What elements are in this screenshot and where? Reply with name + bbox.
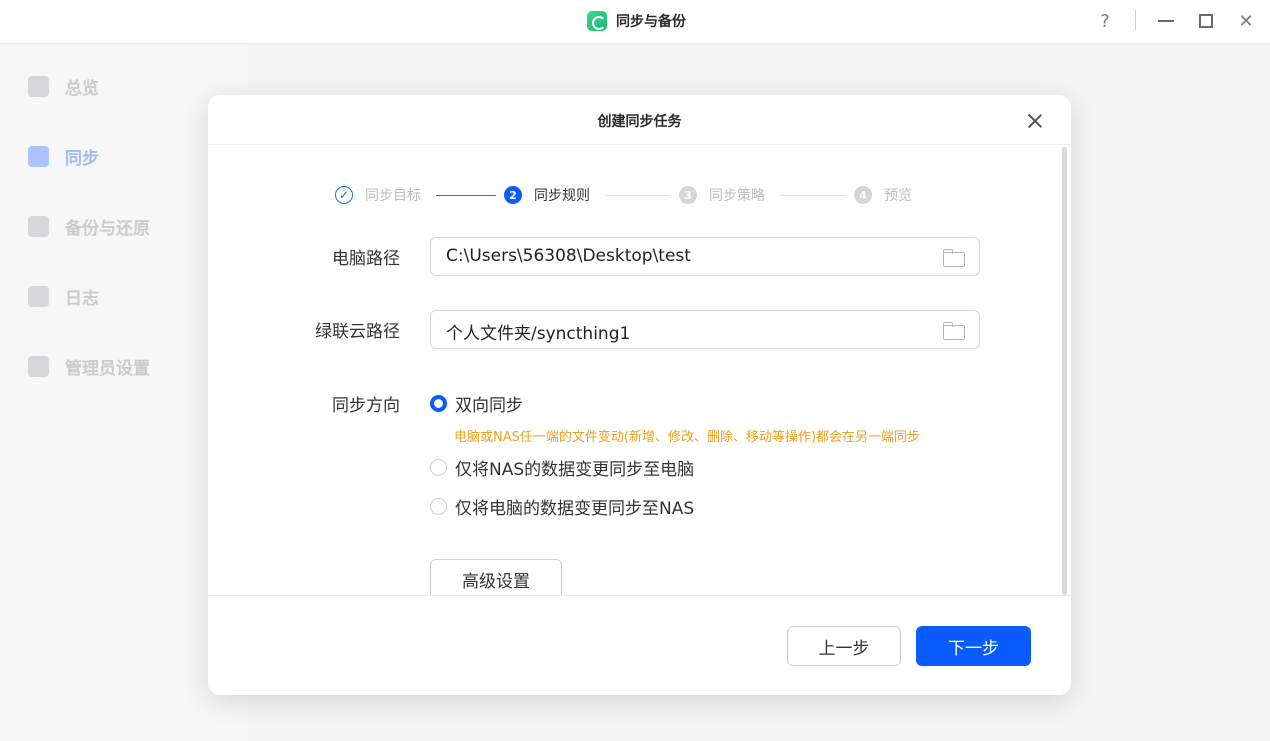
step-connector: [436, 195, 496, 196]
folder-icon[interactable]: [943, 322, 965, 340]
step-label: 预览: [884, 188, 912, 204]
step-number-badge: 3: [679, 186, 697, 204]
step-check-icon: ✓: [335, 186, 353, 204]
dialog-header: 创建同步任务: [208, 95, 1071, 145]
next-step-button[interactable]: 下一步: [916, 626, 1031, 666]
sidebar-item-backup[interactable]: 备份与还原: [28, 214, 150, 239]
step-label: 同步规则: [534, 188, 590, 204]
sidebar-item-label: 备份与还原: [65, 218, 150, 239]
step-number-badge: 4: [854, 186, 872, 204]
radio-two-way-sync[interactable]: 双向同步: [430, 391, 523, 416]
sidebar-item-label: 同步: [65, 148, 99, 169]
step-connector: [780, 195, 846, 196]
gear-icon: [28, 355, 49, 377]
title-bar-divider: [1135, 10, 1136, 30]
close-icon[interactable]: [1023, 109, 1047, 133]
sync-direction-label: 同步方向: [332, 396, 400, 416]
pc-path-label: 电脑路径: [332, 249, 400, 269]
radio-unchecked-icon[interactable]: [430, 458, 447, 476]
help-icon[interactable]: ?: [1092, 8, 1118, 34]
cloud-path-value: 个人文件夹/syncthing1: [446, 324, 631, 344]
close-window-icon[interactable]: ✕: [1233, 8, 1259, 34]
sidebar-item-sync[interactable]: 同步: [28, 144, 99, 169]
sync-arrows-icon: [28, 145, 49, 167]
radio-label: 仅将NAS的数据变更同步至电脑: [455, 459, 695, 480]
step-number-badge: 2: [504, 186, 522, 204]
maximize-icon[interactable]: [1193, 8, 1219, 34]
two-way-sync-hint: 电脑或NAS任一端的文件变动(新增、修改、删除、移动等操作)都会在另一端同步: [454, 430, 921, 445]
create-sync-task-dialog: 创建同步任务 ✓ 同步目标 2 同步规则 3 同步策略 4 预览 电脑路径 C:…: [208, 95, 1071, 695]
previous-step-button[interactable]: 上一步: [787, 626, 901, 666]
radio-unchecked-icon[interactable]: [430, 497, 447, 515]
step-label: 同步目标: [365, 188, 421, 204]
app-title: 同步与备份: [587, 10, 686, 32]
radio-label: 仅将电脑的数据变更同步至NAS: [455, 498, 695, 519]
log-book-icon: [28, 285, 49, 307]
step-label: 同步策略: [709, 188, 765, 204]
step-sync-strategy: 3 同步策略: [679, 185, 765, 205]
sidebar-item-log[interactable]: 日志: [28, 284, 99, 309]
cloud-path-input[interactable]: 个人文件夹/syncthing1: [430, 310, 980, 349]
sidebar-item-label: 总览: [65, 78, 99, 99]
dialog-scrollbar[interactable]: [1062, 147, 1067, 595]
radio-checked-icon[interactable]: [430, 394, 447, 412]
backup-icon: [28, 215, 49, 237]
radio-pc-to-nas[interactable]: 仅将电脑的数据变更同步至NAS: [430, 494, 695, 519]
folder-icon[interactable]: [943, 249, 965, 267]
step-sync-target: ✓ 同步目标: [335, 185, 421, 205]
step-sync-rules: 2 同步规则: [504, 185, 590, 205]
app-title-text: 同步与备份: [616, 14, 686, 30]
app-logo-icon: [587, 11, 607, 31]
minimize-icon[interactable]: [1153, 8, 1179, 34]
advanced-settings-button[interactable]: 高级设置: [430, 559, 562, 599]
radio-nas-to-pc[interactable]: 仅将NAS的数据变更同步至电脑: [430, 455, 695, 480]
pc-path-input[interactable]: C:\Users\56308\Desktop\test: [430, 237, 980, 276]
sidebar-item-label: 管理员设置: [65, 358, 150, 379]
step-connector: [606, 195, 670, 196]
sidebar-item-overview[interactable]: 总览: [28, 74, 99, 99]
sidebar-item-admin-settings[interactable]: 管理员设置: [28, 354, 150, 379]
pc-path-value: C:\Users\56308\Desktop\test: [446, 246, 691, 266]
cloud-path-label: 绿联云路径: [315, 322, 400, 342]
title-bar: 同步与备份 ? ✕: [0, 0, 1270, 44]
step-preview: 4 预览: [854, 185, 912, 205]
radio-label: 双向同步: [455, 395, 523, 416]
sidebar-item-label: 日志: [65, 288, 99, 309]
chart-icon: [28, 75, 49, 97]
dialog-title: 创建同步任务: [597, 114, 682, 130]
